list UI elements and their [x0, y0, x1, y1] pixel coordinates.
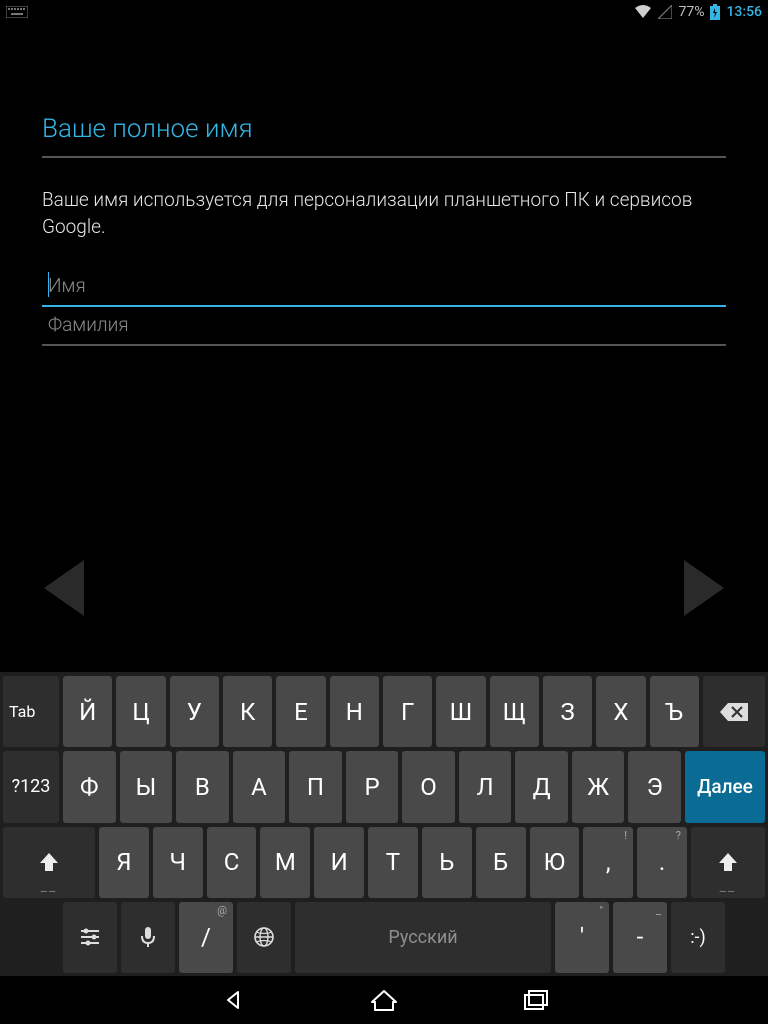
key-letter[interactable]: Л — [459, 751, 512, 822]
key-space[interactable]: Русский — [295, 902, 551, 973]
key-letter[interactable]: Ц — [116, 676, 165, 747]
key-settings[interactable] — [63, 902, 117, 973]
setup-form: Ваше полное имя Ваше имя используется дл… — [0, 24, 768, 346]
key-letter[interactable]: Э — [628, 751, 681, 822]
key-letter[interactable]: Ш — [436, 676, 485, 747]
key-letter[interactable]: М — [260, 827, 310, 898]
key-tab[interactable]: Tab — [3, 676, 59, 747]
key-letter[interactable]: З — [543, 676, 592, 747]
page-title: Ваше полное имя — [42, 114, 726, 144]
back-arrow-button[interactable] — [44, 560, 84, 616]
key-shift-right[interactable]: __ — [691, 827, 765, 898]
key-emoji[interactable]: :-) — [671, 902, 725, 973]
key-shift-left[interactable]: __ — [3, 827, 95, 898]
key-letter[interactable]: Н — [330, 676, 379, 747]
key-letter[interactable]: Д — [515, 751, 568, 822]
key-letter[interactable]: Х — [596, 676, 645, 747]
last-name-field[interactable] — [42, 307, 726, 346]
key-letter[interactable]: Ю — [530, 827, 580, 898]
on-screen-keyboard: Tab Й Ц У К Е Н Г Ш Щ З Х Ъ ?123 Ф Ы В А… — [0, 672, 768, 976]
key-letter[interactable]: Ь — [422, 827, 472, 898]
forward-arrow-button[interactable] — [684, 560, 724, 616]
key-letter[interactable]: В — [176, 751, 229, 822]
key-letter[interactable]: П — [289, 751, 342, 822]
key-period[interactable]: ?. — [637, 827, 687, 898]
key-letter[interactable]: Щ — [490, 676, 539, 747]
key-next[interactable]: Далее — [685, 751, 765, 822]
key-letter[interactable]: Ы — [120, 751, 173, 822]
key-voice[interactable] — [121, 902, 175, 973]
status-bar: 77% 13:56 — [0, 0, 768, 24]
key-letter[interactable]: Ф — [63, 751, 116, 822]
keyboard-indicator-icon — [6, 6, 28, 18]
key-symbols[interactable]: ?123 — [3, 751, 59, 822]
key-letter[interactable]: У — [170, 676, 219, 747]
first-name-field[interactable] — [42, 268, 726, 307]
key-language[interactable] — [237, 902, 291, 973]
key-letter[interactable]: Ж — [572, 751, 625, 822]
nav-home-button[interactable] — [368, 984, 400, 1016]
key-slash[interactable]: @/ — [179, 902, 233, 973]
key-letter[interactable]: С — [207, 827, 257, 898]
key-letter[interactable]: Р — [346, 751, 399, 822]
key-letter[interactable]: Й — [63, 676, 112, 747]
key-letter[interactable]: А — [233, 751, 286, 822]
description: Ваше имя используется для персонализации… — [42, 186, 726, 240]
nav-back-button[interactable] — [216, 984, 248, 1016]
key-backspace[interactable] — [703, 676, 765, 747]
key-letter[interactable]: И — [314, 827, 364, 898]
key-letter[interactable]: Е — [276, 676, 325, 747]
key-comma[interactable]: !, — [583, 827, 633, 898]
clock: 13:56 — [726, 4, 762, 20]
battery-charging-icon — [710, 4, 720, 20]
key-dash[interactable]: _- — [613, 902, 667, 973]
key-letter[interactable]: Ъ — [650, 676, 699, 747]
key-letter[interactable]: К — [223, 676, 272, 747]
key-letter[interactable]: Б — [476, 827, 526, 898]
key-letter[interactable]: Г — [383, 676, 432, 747]
key-letter[interactable]: Ч — [153, 827, 203, 898]
system-nav-bar — [0, 976, 768, 1024]
title-divider — [42, 156, 726, 158]
key-letter[interactable]: Я — [99, 827, 149, 898]
key-letter[interactable]: Т — [368, 827, 418, 898]
battery-percent: 77% — [678, 4, 704, 20]
key-quote[interactable]: "' — [555, 902, 609, 973]
wifi-icon — [634, 5, 652, 19]
cell-signal-icon — [658, 5, 672, 19]
key-letter[interactable]: О — [402, 751, 455, 822]
nav-recent-button[interactable] — [520, 984, 552, 1016]
